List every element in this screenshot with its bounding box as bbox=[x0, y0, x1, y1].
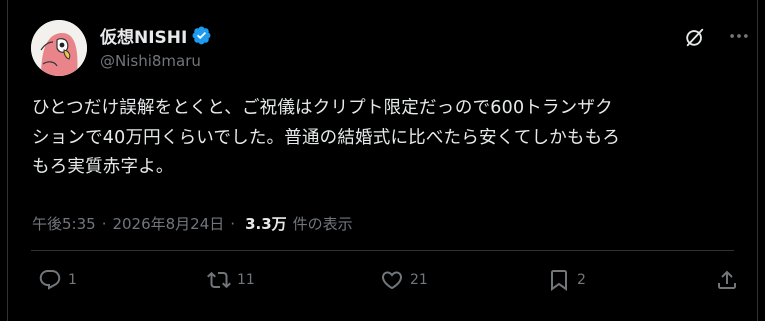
tweet-time[interactable]: 午後5:35 bbox=[32, 213, 96, 234]
display-name[interactable]: 仮想NISHI bbox=[100, 23, 187, 48]
heart-icon bbox=[381, 271, 403, 290]
author-handle[interactable]: @Nishi8maru bbox=[100, 52, 201, 70]
like-button[interactable]: 21 bbox=[380, 268, 428, 292]
share-icon bbox=[718, 270, 736, 289]
share-button[interactable] bbox=[715, 268, 739, 292]
bookmark-icon bbox=[551, 270, 567, 291]
tweet-metadata: 午後5:35 · 2026年8月24日 · 3.3万 件の表示 bbox=[32, 213, 353, 234]
retweet-count: 11 bbox=[237, 272, 255, 288]
more-icon[interactable] bbox=[728, 25, 750, 47]
avatar[interactable] bbox=[31, 20, 87, 76]
tweet-card: 仮想NISHI @Nishi8maru ひとつだけ誤解をとくと、ご祝儀はクリプト… bbox=[7, 0, 758, 321]
retweet-icon bbox=[207, 271, 231, 289]
tweet-date[interactable]: 2026年8月24日 bbox=[112, 213, 224, 234]
parrot-avatar-icon bbox=[31, 20, 87, 76]
views-count[interactable]: 3.3万 bbox=[245, 213, 287, 234]
divider bbox=[31, 250, 734, 251]
reply-count: 1 bbox=[68, 272, 77, 288]
meta-separator: · bbox=[230, 214, 236, 233]
retweet-button[interactable]: 11 bbox=[207, 268, 255, 292]
bookmark-button[interactable]: 2 bbox=[547, 268, 586, 292]
author-name-row[interactable]: 仮想NISHI bbox=[100, 23, 212, 48]
like-count: 21 bbox=[410, 272, 428, 288]
tweet-text: ひとつだけ誤解をとくと、ご祝儀はクリプト限定だっので600トランザク ションで4… bbox=[32, 98, 621, 177]
meta-separator: · bbox=[101, 214, 107, 233]
bookmark-count: 2 bbox=[577, 272, 586, 288]
verified-badge-icon bbox=[191, 25, 212, 46]
action-bar: 1 11 21 2 bbox=[32, 268, 744, 304]
reply-icon bbox=[39, 270, 61, 290]
views-label: 件の表示 bbox=[292, 215, 353, 233]
reply-button[interactable]: 1 bbox=[38, 268, 77, 292]
grok-icon[interactable] bbox=[684, 26, 706, 48]
